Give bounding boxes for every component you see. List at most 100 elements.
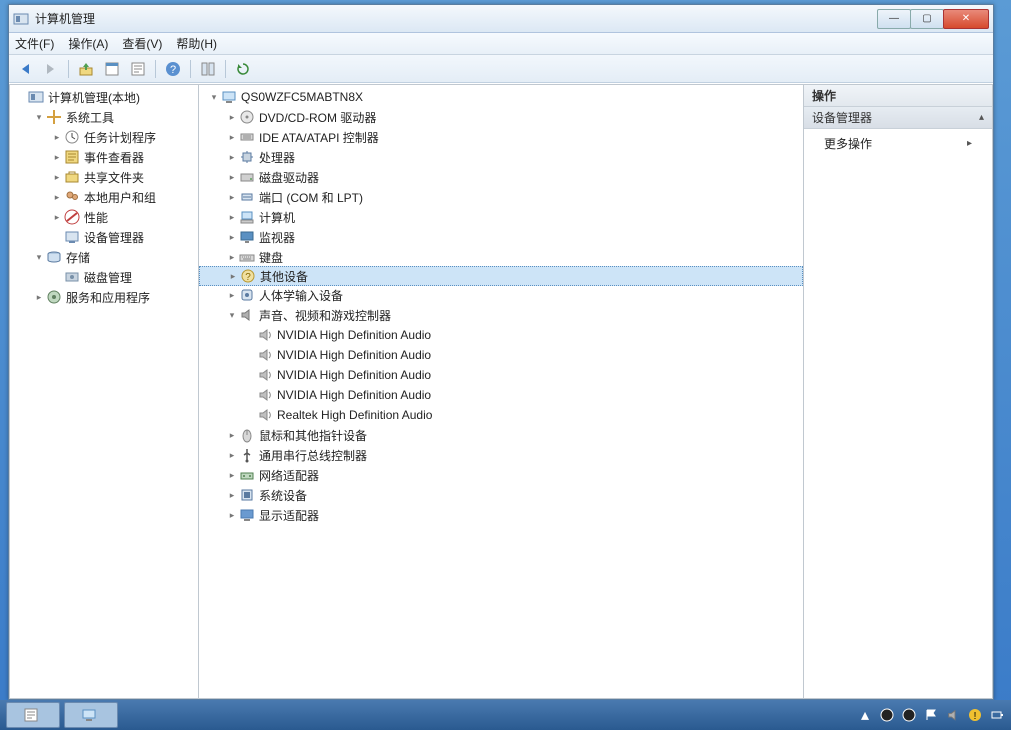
- expander-closed-icon[interactable]: ▸: [226, 271, 240, 282]
- expander-closed-icon[interactable]: ▸: [225, 470, 239, 481]
- expander-closed-icon[interactable]: ▸: [225, 132, 239, 143]
- navigation-tree[interactable]: 计算机管理(本地)▾系统工具▸任务计划程序▸事件查看器▸共享文件夹▸本地用户和组…: [10, 85, 198, 309]
- back-button[interactable]: [13, 58, 37, 80]
- expander-closed-icon[interactable]: ▸: [225, 192, 239, 203]
- tray-power-icon[interactable]: [989, 707, 1005, 723]
- menu-file[interactable]: 文件(F): [15, 35, 54, 52]
- tree-item[interactable]: ▸共享文件夹: [10, 167, 198, 187]
- taskbar-item-2[interactable]: [64, 702, 118, 728]
- tree-item[interactable]: ▸本地用户和组: [10, 187, 198, 207]
- taskbar-item-1[interactable]: [6, 702, 60, 728]
- tree-item[interactable]: NVIDIA High Definition Audio: [199, 385, 803, 405]
- expander-closed-icon[interactable]: ▸: [225, 430, 239, 441]
- tray-qq-icon[interactable]: [879, 707, 895, 723]
- tree-item[interactable]: 设备管理器: [10, 227, 198, 247]
- minimize-button[interactable]: —: [877, 9, 911, 29]
- tree-item[interactable]: ▸ 显示适配器: [199, 505, 803, 525]
- expander-closed-icon[interactable]: ▸: [225, 252, 239, 263]
- expander-closed-icon[interactable]: ▸: [225, 510, 239, 521]
- expander-open-icon[interactable]: ▾: [32, 112, 46, 123]
- maximize-button[interactable]: ▢: [910, 9, 944, 29]
- forward-button[interactable]: [39, 58, 63, 80]
- tree-item[interactable]: ▸其他设备: [199, 266, 803, 286]
- tray-security-icon[interactable]: !: [967, 707, 983, 723]
- network-icon: [239, 467, 255, 483]
- view-button[interactable]: [100, 58, 124, 80]
- tree-item[interactable]: ▸通用串行总线控制器: [199, 445, 803, 465]
- expander-closed-icon[interactable]: ▸: [225, 152, 239, 163]
- expander-closed-icon[interactable]: ▸: [225, 112, 239, 123]
- speaker-icon: [257, 347, 273, 363]
- tree-item[interactable]: NVIDIA High Definition Audio: [199, 325, 803, 345]
- expander-open-icon[interactable]: ▾: [225, 310, 239, 321]
- expander-closed-icon[interactable]: ▸: [225, 232, 239, 243]
- tree-item[interactable]: ▾声音、视频和游戏控制器: [199, 305, 803, 325]
- tree-item[interactable]: ▸计算机: [199, 207, 803, 227]
- expander-closed-icon[interactable]: ▸: [50, 152, 64, 163]
- actions-context-label: 设备管理器: [812, 109, 872, 126]
- columns-button[interactable]: [196, 58, 220, 80]
- tree-item[interactable]: ▸端口 (COM 和 LPT): [199, 187, 803, 207]
- menu-action[interactable]: 操作(A): [68, 35, 108, 52]
- chevron-right-icon: ▸: [967, 138, 972, 149]
- dvd-icon: [239, 109, 255, 125]
- tree-item[interactable]: ▸系统设备: [199, 485, 803, 505]
- tree-item[interactable]: ▾存储: [10, 247, 198, 267]
- taskbar[interactable]: ▴ !: [0, 700, 1011, 730]
- tree-item[interactable]: ▸键盘: [199, 247, 803, 267]
- tree-item[interactable]: 计算机管理(本地): [10, 87, 198, 107]
- tree-item[interactable]: ▾QS0WZFC5MABTN8X: [199, 87, 803, 107]
- refresh-button[interactable]: [231, 58, 255, 80]
- app-icon: [13, 11, 29, 27]
- tree-item[interactable]: ▸DVD/CD-ROM 驱动器: [199, 107, 803, 127]
- device-tree[interactable]: ▾QS0WZFC5MABTN8X▸DVD/CD-ROM 驱动器▸IDE ATA/…: [199, 85, 803, 527]
- tray-volume-icon[interactable]: [945, 707, 961, 723]
- tree-item-label: NVIDIA High Definition Audio: [277, 328, 431, 342]
- menu-view[interactable]: 查看(V): [122, 35, 162, 52]
- tree-item[interactable]: NVIDIA High Definition Audio: [199, 345, 803, 365]
- close-button[interactable]: ✕: [943, 9, 989, 29]
- sound-icon: [239, 307, 255, 323]
- tree-item[interactable]: Realtek High Definition Audio: [199, 405, 803, 425]
- tray-qq2-icon[interactable]: [901, 707, 917, 723]
- expander-closed-icon[interactable]: ▸: [50, 132, 64, 143]
- expander-open-icon[interactable]: ▾: [207, 92, 221, 103]
- expander-closed-icon[interactable]: ▸: [225, 172, 239, 183]
- tray-flag-icon[interactable]: [923, 707, 939, 723]
- tree-item[interactable]: ▸ IDE ATA/ATAPI 控制器: [199, 127, 803, 147]
- tree-item[interactable]: 磁盘管理: [10, 267, 198, 287]
- tree-item[interactable]: ▸事件查看器: [10, 147, 198, 167]
- tree-item-label: 显示适配器: [259, 507, 319, 524]
- expander-closed-icon[interactable]: ▸: [32, 292, 46, 303]
- tree-item[interactable]: ▸服务和应用程序: [10, 287, 198, 307]
- tray-chevron-icon[interactable]: ▴: [857, 707, 873, 723]
- expander-open-icon[interactable]: ▾: [32, 252, 46, 263]
- tree-item[interactable]: ▸鼠标和其他指针设备: [199, 425, 803, 445]
- expander-closed-icon[interactable]: ▸: [50, 192, 64, 203]
- expander-closed-icon[interactable]: ▸: [225, 490, 239, 501]
- tree-item[interactable]: ▸磁盘驱动器: [199, 167, 803, 187]
- tree-item-label: IDE ATA/ATAPI 控制器: [259, 129, 379, 146]
- tree-item[interactable]: ▸处理器: [199, 147, 803, 167]
- help-button[interactable]: [161, 58, 185, 80]
- tree-item[interactable]: ▸网络适配器: [199, 465, 803, 485]
- tree-item[interactable]: ▾系统工具: [10, 107, 198, 127]
- actions-context[interactable]: 设备管理器 ▴: [804, 107, 992, 129]
- tree-item[interactable]: ▸性能: [10, 207, 198, 227]
- tree-item[interactable]: ▸人体学输入设备: [199, 285, 803, 305]
- titlebar[interactable]: 计算机管理 — ▢ ✕: [9, 5, 993, 33]
- properties-button[interactable]: [126, 58, 150, 80]
- storage-icon: [46, 249, 62, 265]
- expander-closed-icon[interactable]: ▸: [50, 172, 64, 183]
- tree-item-label: 磁盘管理: [84, 269, 132, 286]
- more-actions-item[interactable]: 更多操作 ▸: [804, 129, 992, 158]
- tree-item[interactable]: ▸监视器: [199, 227, 803, 247]
- expander-closed-icon[interactable]: ▸: [225, 212, 239, 223]
- expander-closed-icon[interactable]: ▸: [225, 290, 239, 301]
- expander-closed-icon[interactable]: ▸: [225, 450, 239, 461]
- menu-help[interactable]: 帮助(H): [176, 35, 217, 52]
- tree-item[interactable]: NVIDIA High Definition Audio: [199, 365, 803, 385]
- up-button[interactable]: [74, 58, 98, 80]
- tree-item[interactable]: ▸任务计划程序: [10, 127, 198, 147]
- expander-closed-icon[interactable]: ▸: [50, 212, 64, 223]
